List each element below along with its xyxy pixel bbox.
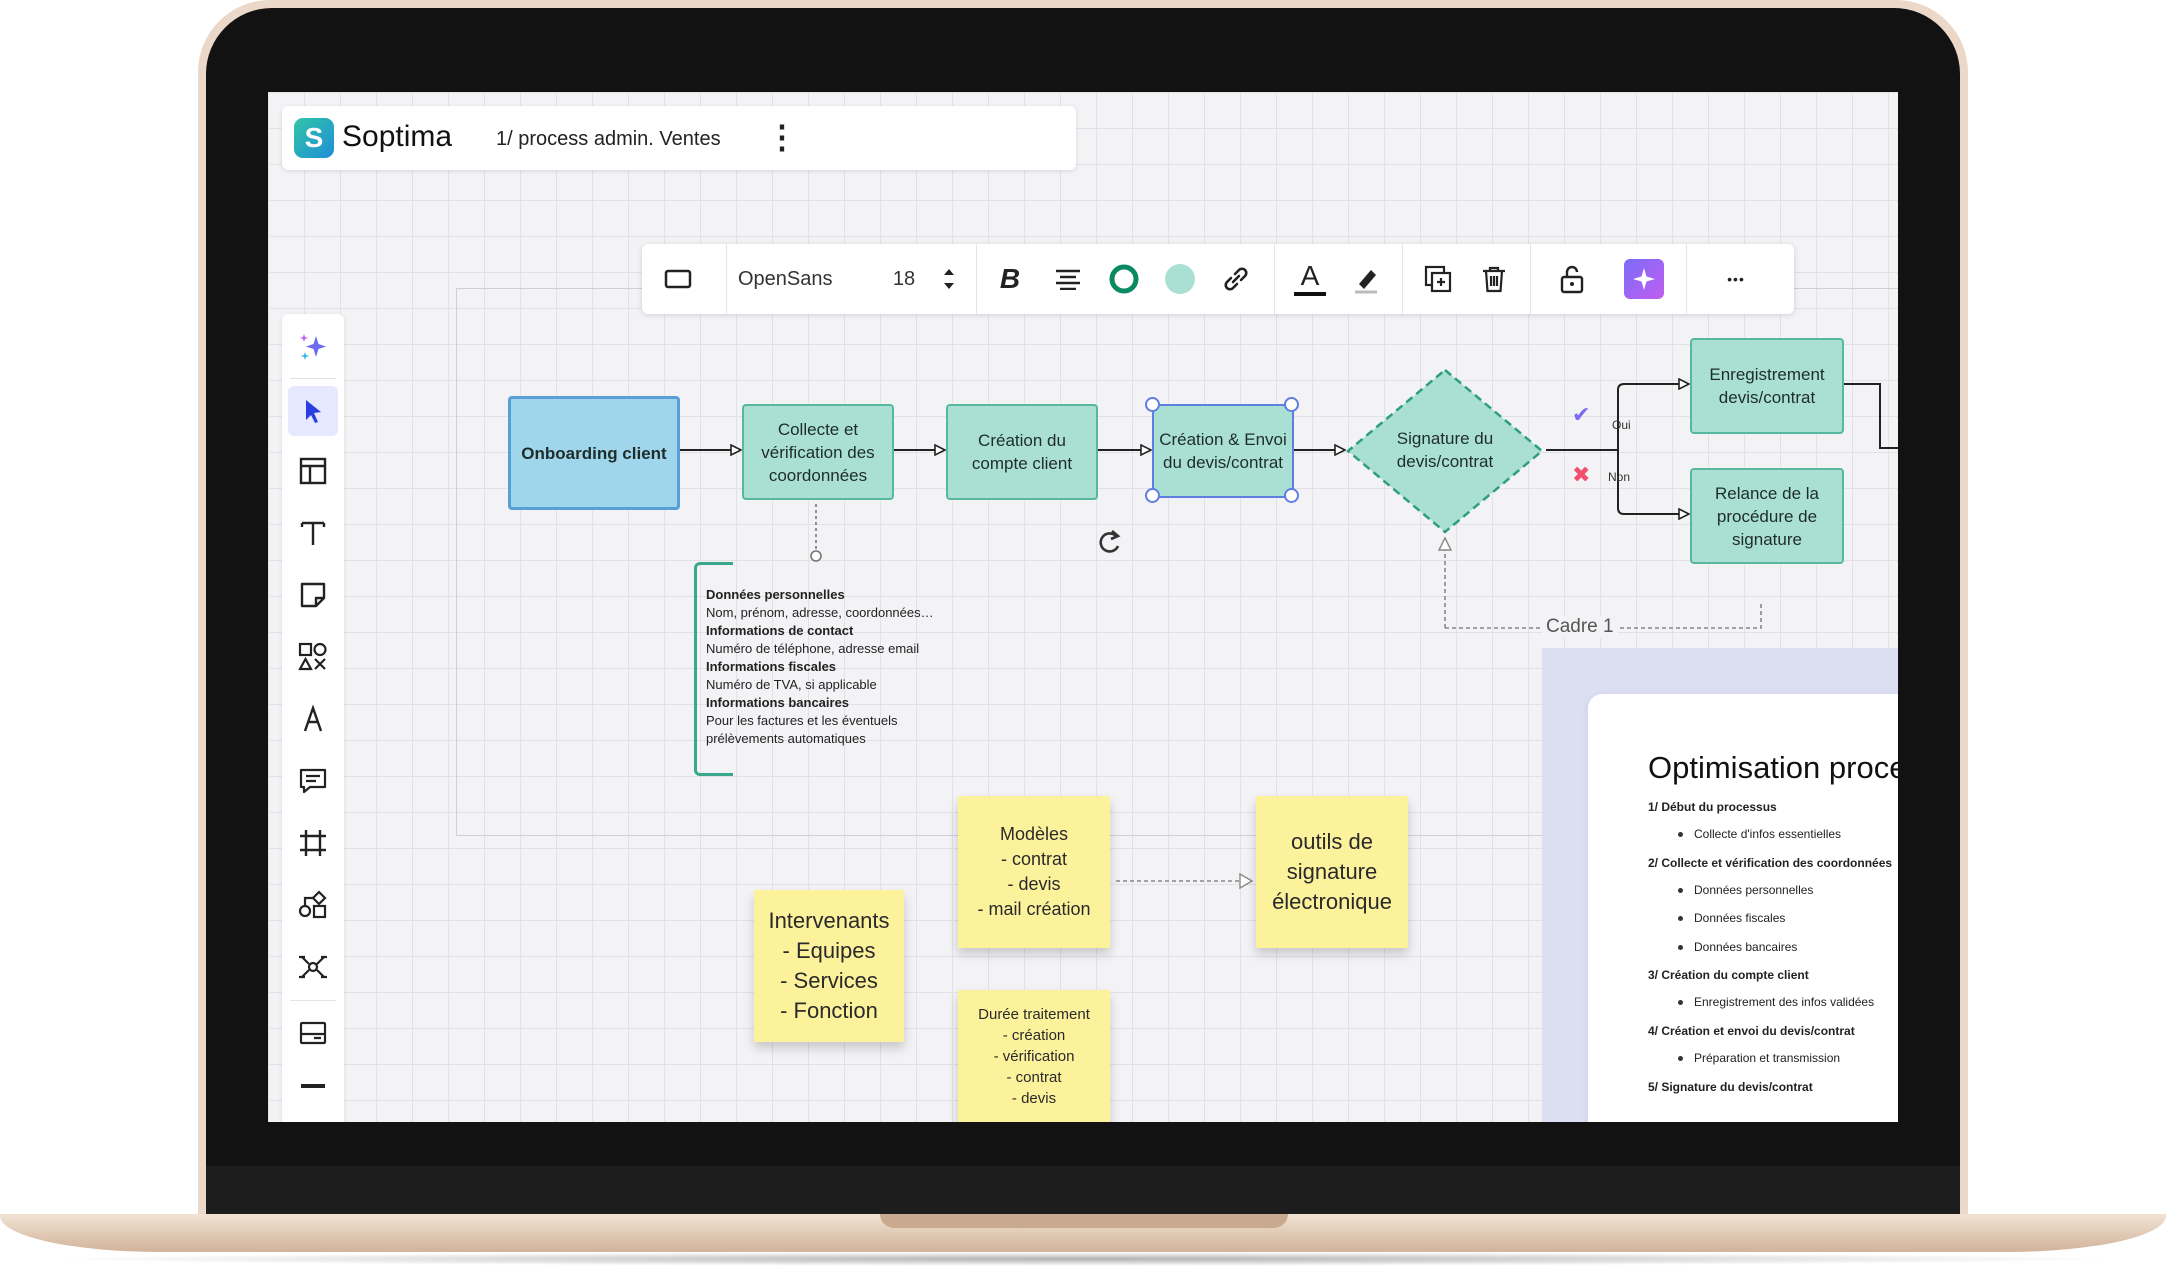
document-heading: 3/ Création du compte client xyxy=(1648,968,1809,982)
document-subitem: Données bancaires xyxy=(1694,940,1798,954)
document-heading: 5/ Signature du devis/contrat xyxy=(1648,1080,1813,1094)
document-subitem: Données fiscales xyxy=(1694,911,1786,925)
resize-handle[interactable] xyxy=(1284,488,1299,503)
node-relance[interactable]: Relance de la procédure de signature xyxy=(1690,468,1844,564)
document-subitem: Données personnelles xyxy=(1694,883,1814,897)
document-heading: 2/ Collecte et vérification des coordonn… xyxy=(1648,856,1893,870)
document-heading: 4/ Création et envoi du devis/contrat xyxy=(1648,1024,1855,1038)
sticky-line: - mail création xyxy=(977,899,1091,919)
note-line: Informations fiscales xyxy=(706,659,837,674)
document-subitem: Collecte d'infos essentielles xyxy=(1694,827,1842,841)
note-line: Informations de contact xyxy=(706,623,854,638)
sticky-line: - contrat xyxy=(1006,1069,1062,1086)
document-title: Optimisation processus xyxy=(1648,750,1898,785)
rotate-handle[interactable] xyxy=(1096,528,1124,556)
sticky-line: - création xyxy=(1002,1027,1066,1044)
bullet-dot xyxy=(1678,945,1683,950)
branch-label-no: Non xyxy=(1608,470,1631,484)
sticky-line: Intervenants xyxy=(768,908,890,933)
sticky-outils-signature[interactable]: outils de signature électronique xyxy=(1256,796,1408,948)
frame-label[interactable]: Cadre 1 xyxy=(1542,616,1618,638)
sticky-modeles[interactable]: Modèles - contrat - devis - mail créatio… xyxy=(958,796,1110,948)
note-line: Numéro de téléphone, adresse email xyxy=(706,641,920,656)
laptop-base-notch xyxy=(880,1214,1288,1228)
note-line: Pour les factures et les éventuels xyxy=(706,713,898,728)
node-creation-envoi-selected[interactable]: Création & Envoi du devis/contrat xyxy=(1152,404,1294,498)
sticky-line: - Services xyxy=(780,968,878,993)
sticky-line: outils de xyxy=(1291,829,1373,854)
bullet-dot xyxy=(1678,1000,1683,1005)
bullet-dot xyxy=(1678,1056,1683,1061)
sticky-line: Durée traitement xyxy=(978,1006,1090,1023)
note-line: Nom, prénom, adresse, coordonnées… xyxy=(706,605,934,620)
sticky-intervenants[interactable]: Intervenants - Equipes - Services - Fonc… xyxy=(754,890,904,1042)
cross-icon: ✖ xyxy=(1572,462,1591,487)
sticky-line: - contrat xyxy=(1000,849,1067,869)
document-subitem: Enregistrement des infos validées xyxy=(1694,995,1875,1009)
node-enregistrement[interactable]: Enregistrement devis/contrat xyxy=(1690,338,1844,434)
resize-handle[interactable] xyxy=(1284,397,1299,412)
sticky-line: - Fonction xyxy=(780,998,878,1023)
laptop-shadow xyxy=(40,1252,2126,1266)
sticky-line: - devis xyxy=(1007,874,1061,894)
sticky-line: Modèles xyxy=(999,824,1069,844)
resize-handle[interactable] xyxy=(1145,397,1160,412)
check-icon: ✔ xyxy=(1572,402,1591,427)
sticky-duree-traitement[interactable]: Durée traitement - création - vérificati… xyxy=(958,990,1110,1122)
rotate-icon xyxy=(1099,530,1121,553)
note-line: Numéro de TVA, si applicable xyxy=(706,677,877,692)
branch-label-yes: Oui xyxy=(1612,418,1631,432)
document-subitem: Préparation et transmission xyxy=(1694,1051,1841,1065)
resize-handle[interactable] xyxy=(1145,488,1160,503)
note-line: Informations bancaires xyxy=(706,695,850,710)
document-heading: 1/ Début du processus xyxy=(1648,800,1777,814)
sticky-line: - vérification xyxy=(993,1048,1075,1065)
document-card[interactable]: Optimisation processus 1/ Début du proce… xyxy=(1588,694,1898,1122)
node-onboarding-client[interactable]: Onboarding client xyxy=(508,396,680,510)
bullet-dot xyxy=(1678,832,1683,837)
sticky-line: électronique xyxy=(1272,889,1392,914)
note-line: Données personnelles xyxy=(706,587,845,602)
sticky-line: - Equipes xyxy=(782,938,876,963)
sticky-line: - devis xyxy=(1011,1090,1057,1107)
node-creation-compte[interactable]: Création du compte client xyxy=(946,404,1098,500)
whiteboard-canvas[interactable]: S Soptima 1/ process admin. Ventes ⋮ Ope… xyxy=(268,92,1898,1122)
node-collecte-verification[interactable]: Collecte et vérification des coordonnées xyxy=(742,404,894,500)
decision-label: Signature du devis/contrat xyxy=(1396,429,1494,471)
bullet-dot xyxy=(1678,916,1683,921)
sticky-line: signature xyxy=(1286,859,1378,884)
bullet-dot xyxy=(1678,888,1683,893)
laptop-bezel-chin xyxy=(206,1166,1960,1216)
note-line: prélèvements automatiques xyxy=(706,731,866,746)
field-notes[interactable]: Données personnelles Nom, prénom, adress… xyxy=(706,586,1036,748)
